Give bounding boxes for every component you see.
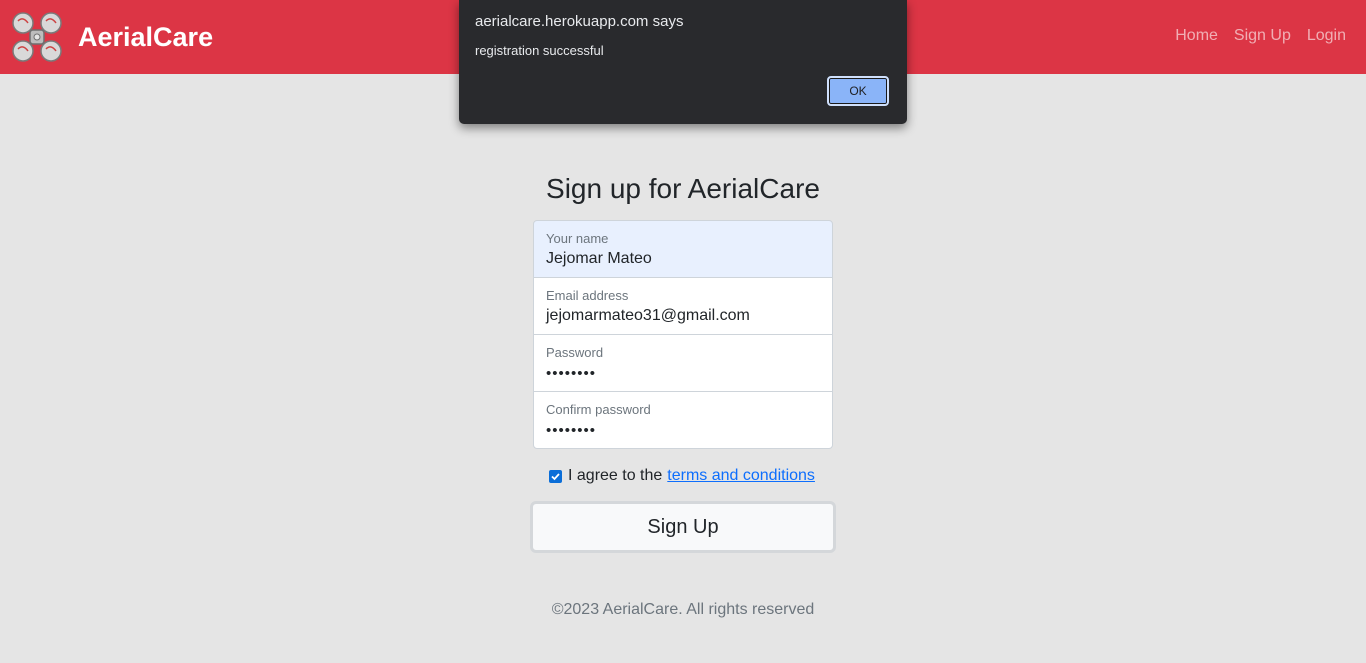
- email-field[interactable]: Email address jejomarmateo31@gmail.com: [533, 277, 833, 335]
- terms-link[interactable]: terms and conditions: [667, 466, 815, 486]
- name-field[interactable]: Your name Jejomar Mateo: [533, 220, 833, 278]
- nav-signup-link[interactable]: Sign Up: [1234, 26, 1291, 46]
- checkmark-icon: [551, 472, 560, 480]
- confirm-password-field-value[interactable]: ••••••••: [546, 421, 596, 441]
- agree-row: I agree to the terms and conditions: [549, 466, 815, 486]
- signup-button[interactable]: Sign Up: [530, 501, 836, 553]
- nav-login-link[interactable]: Login: [1307, 26, 1346, 46]
- signup-form: Your name Jejomar Mateo Email address je…: [533, 220, 833, 449]
- confirm-password-field[interactable]: Confirm password ••••••••: [533, 391, 833, 449]
- nav-links: Home Sign Up Login: [1175, 26, 1346, 46]
- password-field-label: Password: [546, 345, 604, 360]
- email-field-label: Email address: [546, 288, 629, 303]
- nav-home-link[interactable]: Home: [1175, 26, 1218, 46]
- password-field-value[interactable]: ••••••••: [546, 364, 596, 384]
- dialog-message: registration successful: [475, 43, 604, 58]
- dialog-title: aerialcare.herokuapp.com says: [475, 13, 684, 30]
- brand-name[interactable]: AerialCare: [78, 21, 213, 53]
- name-field-value[interactable]: Jejomar Mateo: [546, 249, 652, 269]
- dialog-ok-button[interactable]: OK: [827, 76, 889, 106]
- drone-logo-icon[interactable]: [11, 11, 63, 63]
- password-field[interactable]: Password ••••••••: [533, 334, 833, 392]
- agree-checkbox[interactable]: [549, 469, 562, 483]
- page-title: Sign up for AerialCare: [546, 173, 820, 204]
- alert-dialog: aerialcare.herokuapp.com says registrati…: [459, 0, 907, 124]
- agree-text: I agree to the: [568, 467, 663, 484]
- email-field-value[interactable]: jejomarmateo31@gmail.com: [546, 306, 750, 326]
- confirm-password-field-label: Confirm password: [546, 402, 651, 417]
- name-field-label: Your name: [546, 231, 609, 246]
- footer-copyright: ©2023 AerialCare. All rights reserved: [551, 601, 815, 618]
